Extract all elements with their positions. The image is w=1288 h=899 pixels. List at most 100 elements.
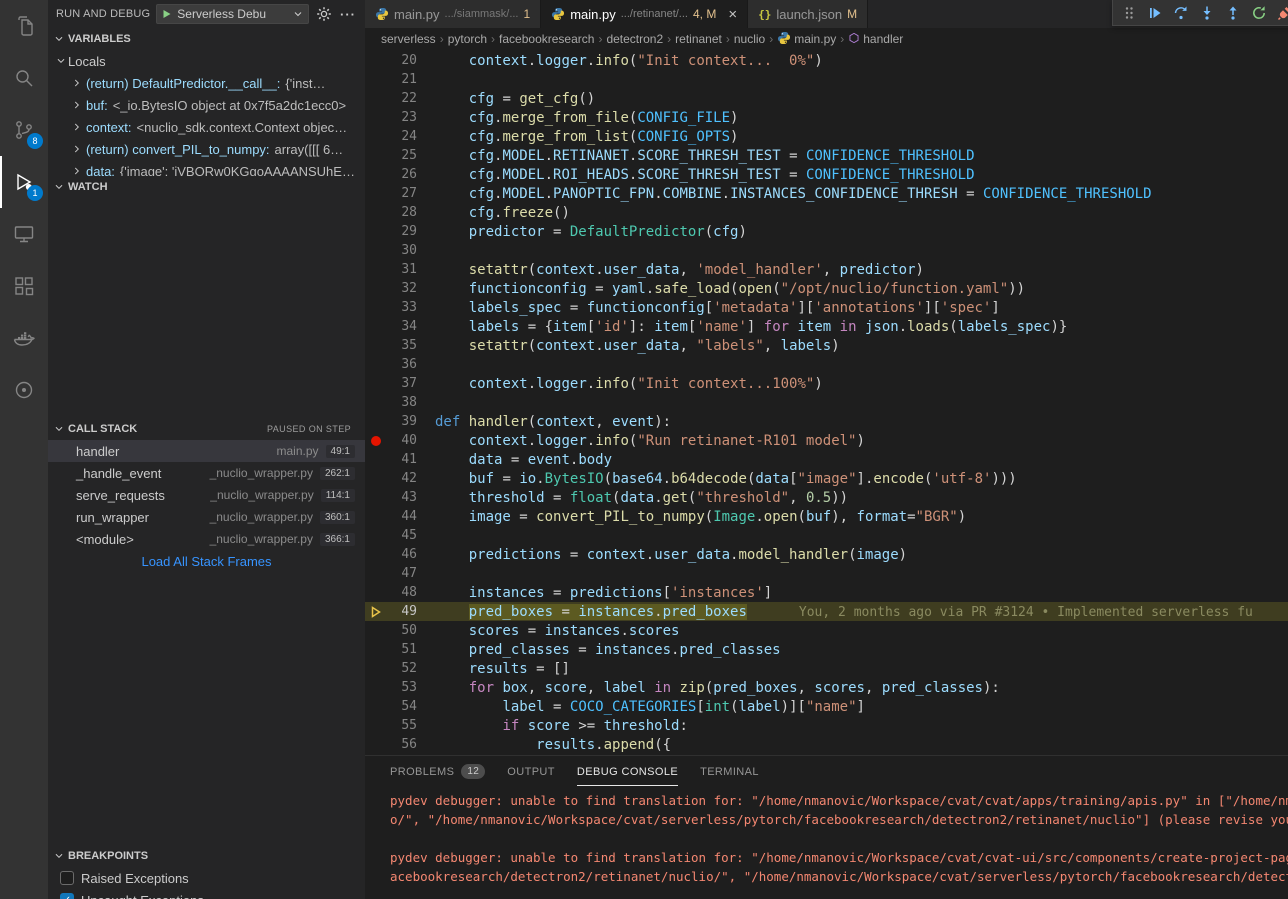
line-number[interactable]: 56 [387, 737, 417, 752]
panel-tab-output[interactable]: OUTPUT [496, 756, 566, 787]
panel-tab-debug-console[interactable]: DEBUG CONSOLE [566, 756, 689, 787]
code-line[interactable]: 49 pred_boxes = instances.pred_boxesYou,… [365, 602, 1288, 621]
line-number[interactable]: 52 [387, 661, 417, 676]
breadcrumb-item[interactable]: pytorch [448, 32, 487, 46]
variable-row[interactable]: data:{'image': 'iVBORw0KGgoAAAANSUhE… [48, 160, 365, 176]
code-line[interactable]: 45 [365, 526, 1288, 545]
code-line[interactable]: 23 cfg.merge_from_file(CONFIG_FILE) [365, 108, 1288, 127]
line-number[interactable]: 30 [387, 243, 417, 258]
code-line[interactable]: 55 if score >= threshold: [365, 716, 1288, 735]
breakpoints-section-header[interactable]: BREAKPOINTS [48, 845, 365, 867]
variables-scope-locals[interactable]: Locals [48, 50, 365, 72]
line-number[interactable]: 35 [387, 338, 417, 353]
code-line[interactable]: 22 cfg = get_cfg() [365, 89, 1288, 108]
code-editor[interactable]: 20 context.logger.info("Init context... … [365, 50, 1288, 755]
callstack-frame[interactable]: <module>_nuclio_wrapper.py366:1 [48, 528, 365, 550]
code-line[interactable]: 52 results = [] [365, 659, 1288, 678]
close-icon[interactable]: × [728, 7, 737, 22]
activity-circle-tool[interactable] [0, 364, 48, 416]
watch-section-header[interactable]: WATCH [48, 176, 365, 198]
line-number[interactable]: 26 [387, 167, 417, 182]
gripper-icon[interactable] [1117, 2, 1141, 24]
editor-tab[interactable]: main.py.../siammask/...1 [365, 0, 541, 28]
line-number[interactable]: 45 [387, 528, 417, 543]
breakpoint-row[interactable]: Raised Exceptions [48, 867, 365, 889]
gear-icon[interactable] [315, 5, 333, 23]
line-number[interactable]: 43 [387, 490, 417, 505]
code-line[interactable]: 33 labels_spec = functionconfig['metadat… [365, 298, 1288, 317]
line-number[interactable]: 36 [387, 357, 417, 372]
line-number[interactable]: 53 [387, 680, 417, 695]
line-number[interactable]: 49 [387, 604, 417, 619]
code-line[interactable]: 43 threshold = float(data.get("threshold… [365, 488, 1288, 507]
line-number[interactable]: 23 [387, 110, 417, 125]
line-number[interactable]: 20 [387, 53, 417, 68]
line-number[interactable]: 31 [387, 262, 417, 277]
code-line[interactable]: 25 cfg.MODEL.RETINANET.SCORE_THRESH_TEST… [365, 146, 1288, 165]
line-number[interactable]: 24 [387, 129, 417, 144]
line-number[interactable]: 33 [387, 300, 417, 315]
variable-row[interactable]: buf:<_io.BytesIO object at 0x7f5a2dc1ecc… [48, 94, 365, 116]
launch-config-dropdown[interactable]: Serverless Debu [156, 4, 309, 24]
callstack-frame[interactable]: run_wrapper_nuclio_wrapper.py360:1 [48, 506, 365, 528]
code-line[interactable]: 30 [365, 241, 1288, 260]
code-line[interactable]: 51 pred_classes = instances.pred_classes [365, 640, 1288, 659]
line-number[interactable]: 22 [387, 91, 417, 106]
callstack-frame[interactable]: serve_requests_nuclio_wrapper.py114:1 [48, 484, 365, 506]
code-line[interactable]: 54 label = COCO_CATEGORIES[int(label)]["… [365, 697, 1288, 716]
code-line[interactable]: 20 context.logger.info("Init context... … [365, 51, 1288, 70]
line-number[interactable]: 27 [387, 186, 417, 201]
more-actions-icon[interactable]: ··· [339, 5, 357, 23]
code-line[interactable]: 39def handler(context, event): [365, 412, 1288, 431]
breakpoint-checkbox[interactable] [60, 871, 74, 885]
editor-tab[interactable]: main.py.../retinanet/...4, M× [541, 0, 748, 28]
breakpoint-row[interactable]: ✓Uncaught Exceptions [48, 889, 365, 899]
line-number[interactable]: 46 [387, 547, 417, 562]
restart-icon[interactable] [1247, 2, 1271, 24]
disconnect-icon[interactable] [1273, 2, 1288, 24]
breadcrumb-item[interactable]: main.py [777, 31, 836, 48]
code-line[interactable]: 37 context.logger.info("Init context...1… [365, 374, 1288, 393]
breadcrumb-item[interactable]: serverless [381, 32, 436, 46]
activity-search[interactable] [0, 52, 48, 104]
code-line[interactable]: 36 [365, 355, 1288, 374]
code-line[interactable]: 56 results.append({ [365, 735, 1288, 754]
code-line[interactable]: 38 [365, 393, 1288, 412]
code-line[interactable]: 41 data = event.body [365, 450, 1288, 469]
line-number[interactable]: 40 [387, 433, 417, 448]
line-number[interactable]: 21 [387, 72, 417, 87]
line-number[interactable]: 25 [387, 148, 417, 163]
breakpoint-dot-icon[interactable] [371, 436, 381, 446]
line-number[interactable]: 41 [387, 452, 417, 467]
code-line[interactable]: 48 instances = predictions['instances'] [365, 583, 1288, 602]
line-number[interactable]: 29 [387, 224, 417, 239]
code-line[interactable]: 35 setattr(context.user_data, "labels", … [365, 336, 1288, 355]
activity-explorer[interactable] [0, 0, 48, 52]
line-number[interactable]: 48 [387, 585, 417, 600]
callstack-frame[interactable]: _handle_event_nuclio_wrapper.py262:1 [48, 462, 365, 484]
breakpoint-checkbox[interactable]: ✓ [60, 893, 74, 899]
breadcrumb-item[interactable]: detectron2 [606, 32, 663, 46]
code-line[interactable]: 24 cfg.merge_from_list(CONFIG_OPTS) [365, 127, 1288, 146]
line-number[interactable]: 37 [387, 376, 417, 391]
code-line[interactable]: 40 context.logger.info("Run retinanet-R1… [365, 431, 1288, 450]
line-number[interactable]: 47 [387, 566, 417, 581]
debug-console-output[interactable]: pydev debugger: unable to find translati… [365, 787, 1288, 899]
code-line[interactable]: 21 [365, 70, 1288, 89]
line-number[interactable]: 55 [387, 718, 417, 733]
code-line[interactable]: 53 for box, score, label in zip(pred_box… [365, 678, 1288, 697]
callstack-section-header[interactable]: CALL STACK PAUSED ON STEP [48, 418, 365, 440]
breakpoint-gutter[interactable] [365, 436, 387, 446]
breadcrumb-item[interactable]: retinanet [675, 32, 722, 46]
activity-extensions[interactable] [0, 260, 48, 312]
line-number[interactable]: 38 [387, 395, 417, 410]
activity-source-control[interactable]: 8 [0, 104, 48, 156]
line-number[interactable]: 28 [387, 205, 417, 220]
breadcrumb-item[interactable]: handler [848, 32, 903, 47]
variable-row[interactable]: context:<nuclio_sdk.context.Context obje… [48, 116, 365, 138]
code-line[interactable]: 34 labels = {item['id']: item['name'] fo… [365, 317, 1288, 336]
line-number[interactable]: 42 [387, 471, 417, 486]
continue-icon[interactable] [1143, 2, 1167, 24]
line-number[interactable]: 50 [387, 623, 417, 638]
load-all-stack-frames-link[interactable]: Load All Stack Frames [48, 550, 365, 572]
